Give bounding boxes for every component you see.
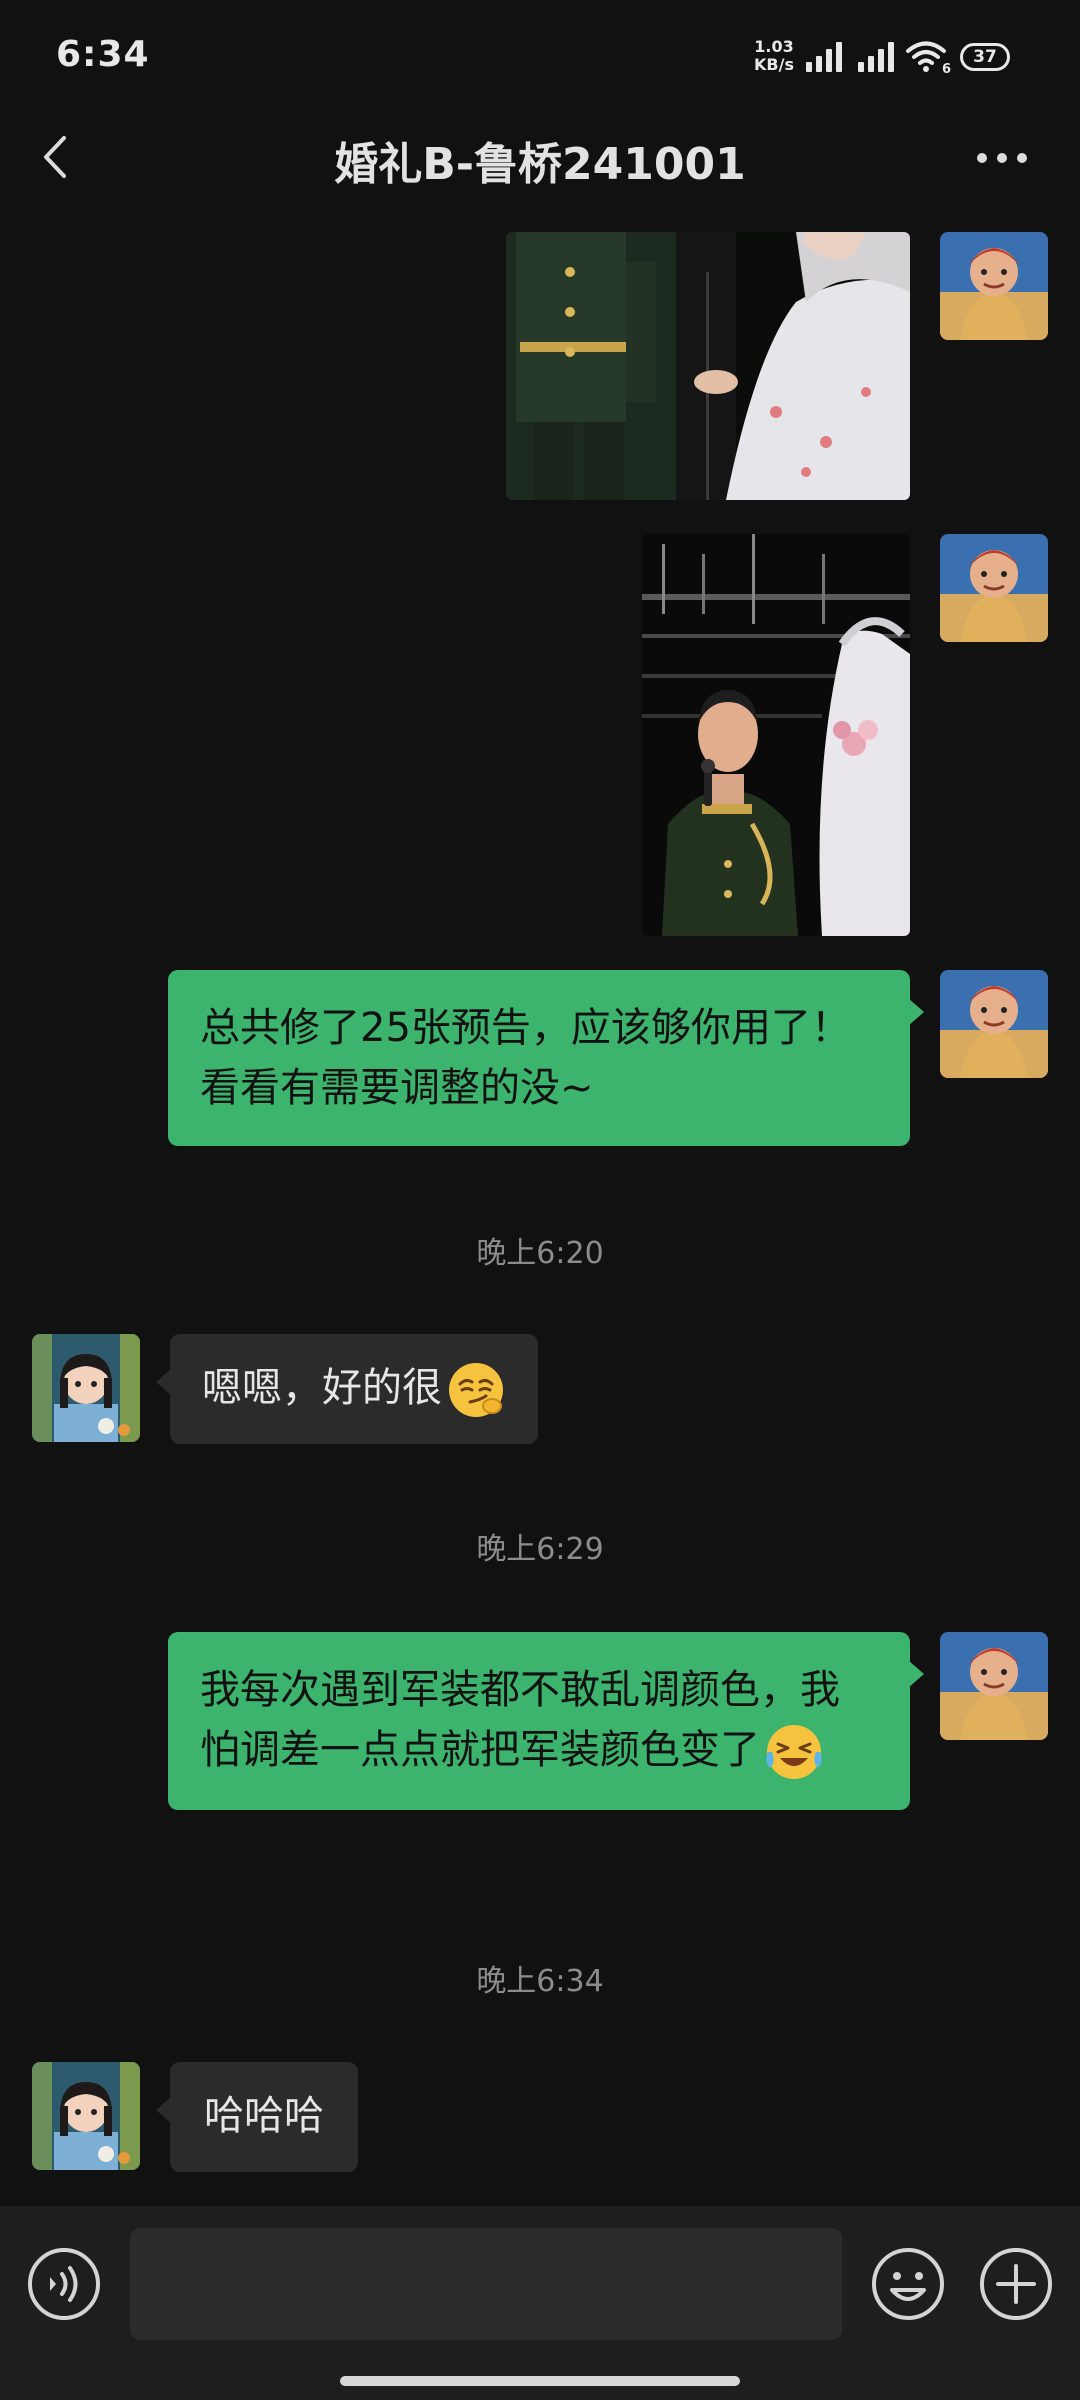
status-time: 6:34 (56, 34, 150, 75)
network-speed: 1.03 KB/s (752, 38, 796, 74)
input-bar (0, 2206, 1080, 2400)
self-avatar[interactable] (940, 970, 1048, 1078)
chat-photo-groom-speech[interactable] (642, 534, 910, 936)
smiley-icon[interactable] (870, 2246, 946, 2322)
self-avatar[interactable] (940, 232, 1048, 340)
battery-indicator: 37 (960, 43, 1010, 71)
signal-icon (806, 42, 842, 72)
self-avatar[interactable] (940, 534, 1048, 642)
home-indicator[interactable] (340, 2376, 740, 2386)
network-speed-value: 1.03 (754, 37, 794, 56)
message-text: 哈哈哈 (204, 2093, 324, 2139)
message-text: 嗯嗯，好的很 (202, 1365, 442, 1411)
chat-screen: 6:34 1.03 KB/s 6 37 婚礼B-鲁桥241001 总共修了25张… (0, 0, 1080, 2400)
chat-header: 婚礼B-鲁桥241001 (0, 110, 1080, 204)
smirk-emoji-icon (446, 1360, 506, 1420)
message-input[interactable] (130, 2228, 842, 2340)
voice-icon[interactable] (26, 2246, 102, 2322)
chat-photo-holding-hands[interactable] (506, 232, 910, 500)
message-text: 总共修了25张预告，应该够你用了！看看有需要调整的没~ (200, 1005, 851, 1111)
signal-icon-2 (858, 42, 894, 72)
message-text: 我每次遇到军装都不敢乱调颜色，我怕调差一点点就把军装颜色变了 (200, 1667, 840, 1773)
chat-title: 婚礼B-鲁桥241001 (334, 139, 746, 190)
timestamp: 晚上6:34 (476, 1964, 604, 1999)
message-bubble-incoming[interactable]: 哈哈哈 (156, 2062, 358, 2172)
message-bubble-outgoing[interactable]: 总共修了25张预告，应该够你用了！看看有需要调整的没~ (168, 970, 924, 1146)
timestamp: 晚上6:29 (476, 1532, 604, 1567)
message-bubble-outgoing[interactable]: 我每次遇到军装都不敢乱调颜色，我怕调差一点点就把军装颜色变了 (168, 1632, 924, 1810)
plus-icon[interactable] (978, 2246, 1054, 2322)
ellipsis-icon[interactable] (972, 138, 1032, 178)
message-bubble-incoming[interactable]: 嗯嗯，好的很 (156, 1334, 538, 1444)
self-avatar[interactable] (940, 1632, 1048, 1740)
contact-avatar[interactable] (32, 2062, 140, 2170)
timestamp: 晚上6:20 (476, 1236, 604, 1271)
network-speed-unit: KB/s (754, 55, 794, 74)
wifi-label: 6 (942, 62, 952, 77)
wifi-icon (906, 41, 946, 72)
contact-avatar[interactable] (32, 1334, 140, 1442)
status-bar: 6:34 1.03 KB/s 6 37 (0, 0, 1080, 100)
laughing-tears-emoji-icon (764, 1722, 824, 1782)
